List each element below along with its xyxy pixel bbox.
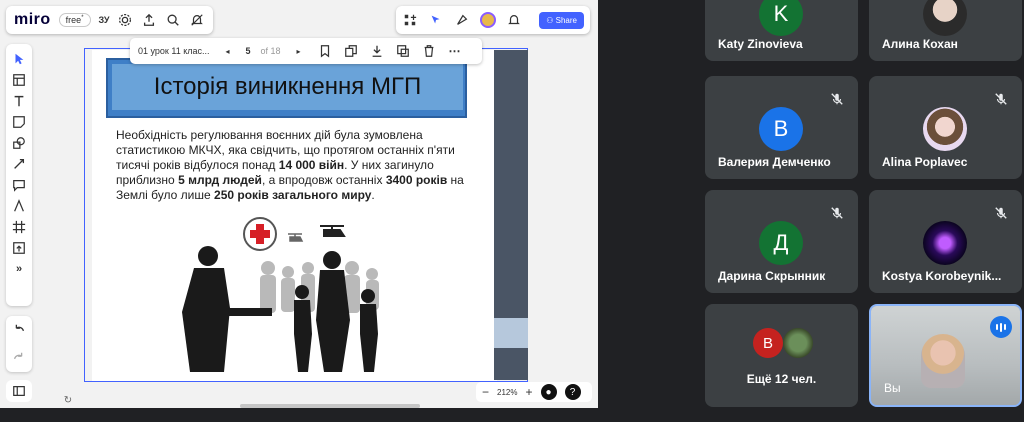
more-participants-tile[interactable]: В Ещё 12 чел. <box>705 304 858 407</box>
more-tools-icon[interactable]: » <box>12 262 26 276</box>
mic-off-icon <box>990 202 1012 224</box>
trash-icon[interactable] <box>421 43 437 59</box>
connection-line-icon[interactable] <box>12 157 26 171</box>
more-avatar: В <box>753 328 783 358</box>
sidebar-toggle[interactable] <box>6 380 32 402</box>
prev-slide-icon[interactable]: ◂ <box>220 43 236 59</box>
meet-window: miro free* ЗУ ⚇ Share » ↻ Історія виникн… <box>0 0 1024 422</box>
miro-top-toolbar: miro free* ЗУ <box>6 6 214 34</box>
download-icon[interactable] <box>369 43 385 59</box>
more-participants-count: Ещё 12 чел. <box>746 372 817 386</box>
slide-title: Історія виникнення МГП <box>112 64 463 110</box>
undo-redo-toolbar <box>6 316 32 372</box>
shapes-icon[interactable] <box>12 136 26 150</box>
select-icon[interactable] <box>12 52 26 66</box>
sticky-note-icon[interactable] <box>12 115 26 129</box>
more-photo <box>783 328 813 358</box>
presentation-name[interactable]: 01 урок 11 клас... <box>138 46 210 56</box>
miro-tools-toolbar: » <box>6 44 32 306</box>
more-options-icon[interactable]: ⋯ <box>447 43 463 59</box>
share-button[interactable]: ⚇ Share <box>539 11 584 29</box>
body-emphasis: 3400 років <box>385 173 448 187</box>
pen-icon[interactable] <box>12 199 26 213</box>
upload-icon[interactable] <box>141 12 157 28</box>
undo-icon[interactable] <box>11 322 27 338</box>
slide-toolbar: 01 урок 11 клас... ◂ 5 of 18 ▸ ⋯ <box>130 38 482 64</box>
zoom-controls: − 212% + ● ? <box>476 382 592 402</box>
participant-tile[interactable]: В Валерия Демченко <box>705 76 858 179</box>
body-emphasis: 14 000 війн <box>278 158 345 172</box>
next-slide-icon[interactable]: ▸ <box>291 43 307 59</box>
bookmark-icon[interactable] <box>317 43 333 59</box>
next-slide-preview[interactable] <box>494 50 528 380</box>
settings-icon[interactable] <box>117 12 133 28</box>
participant-name: Дарина Скрынник <box>718 269 826 283</box>
no-notifications-icon[interactable] <box>189 12 205 28</box>
copy-icon[interactable] <box>343 43 359 59</box>
body-emphasis: 250 років загального миру <box>214 188 372 202</box>
soldier-family-illustration <box>182 217 379 372</box>
reactions-icon[interactable] <box>454 12 470 28</box>
self-view-tile[interactable]: Вы <box>869 304 1022 407</box>
text-icon[interactable] <box>12 94 26 108</box>
horizontal-scrollbar[interactable] <box>240 404 420 408</box>
body-segment: , а впродовж останніх <box>261 173 386 187</box>
board-name[interactable]: ЗУ <box>99 15 110 25</box>
plan-badge[interactable]: free* <box>58 13 91 27</box>
duplicate-icon[interactable] <box>395 43 411 59</box>
panel-icon <box>11 383 27 399</box>
mic-off-icon <box>826 202 848 224</box>
participant-name: Алина Кохан <box>882 37 958 51</box>
help-icon[interactable]: ? <box>564 384 581 400</box>
self-label: Вы <box>884 381 901 395</box>
search-icon[interactable] <box>165 12 181 28</box>
body-segment: . <box>371 188 375 202</box>
participant-tile[interactable]: Алина Кохан <box>869 0 1022 61</box>
miro-logo[interactable]: miro <box>14 11 51 29</box>
user-avatar[interactable] <box>480 12 496 28</box>
participant-avatar: В <box>759 107 803 151</box>
screen-share: miro free* ЗУ ⚇ Share » ↻ Історія виникн… <box>0 0 598 408</box>
participant-photo <box>923 221 967 265</box>
participant-tile[interactable]: Alina Poplavec <box>869 76 1022 179</box>
loading-icon: ↻ <box>63 394 73 406</box>
frame-icon[interactable] <box>12 220 26 234</box>
participant-photo <box>923 107 967 151</box>
apps-icon[interactable] <box>402 12 418 28</box>
participant-avatar: Д <box>759 221 803 265</box>
comment-icon[interactable] <box>12 178 26 192</box>
slide-body-text: Необхідність регулювання воєнних дій бул… <box>116 128 488 203</box>
participant-tile[interactable]: K Katy Zinovieva <box>705 0 858 61</box>
mic-off-icon <box>990 88 1012 110</box>
speaking-indicator-icon <box>990 316 1012 338</box>
zoom-in-icon[interactable]: + <box>525 385 532 399</box>
self-person <box>921 334 965 388</box>
participant-name: Alina Poplavec <box>882 155 968 169</box>
cursor-collab-icon[interactable] <box>428 12 444 28</box>
zoom-level[interactable]: 212% <box>497 388 517 397</box>
participant-photo <box>923 0 967 36</box>
zoom-out-icon[interactable]: − <box>482 385 489 399</box>
participant-tile[interactable]: Д Дарина Скрынник <box>705 190 858 293</box>
upload-file-icon[interactable] <box>12 241 26 255</box>
participant-name: Katy Zinovieva <box>718 37 803 51</box>
participant-avatar: K <box>759 0 803 36</box>
body-emphasis: 5 млрд людей <box>178 173 262 187</box>
focus-icon[interactable]: ● <box>540 384 557 400</box>
miro-collab-toolbar: ⚇ Share <box>396 6 590 34</box>
slide-current-page[interactable]: 5 <box>246 46 251 56</box>
mic-off-icon <box>826 88 848 110</box>
participant-tile[interactable]: Kostya Korobeynik... <box>869 190 1022 293</box>
participant-name: Kostya Korobeynik... <box>882 269 1002 283</box>
templates-icon[interactable] <box>12 73 26 87</box>
slide-total-pages: of 18 <box>260 46 281 56</box>
participant-name: Валерия Демченко <box>718 155 831 169</box>
redo-icon[interactable] <box>11 350 27 366</box>
bell-icon[interactable] <box>506 12 522 28</box>
